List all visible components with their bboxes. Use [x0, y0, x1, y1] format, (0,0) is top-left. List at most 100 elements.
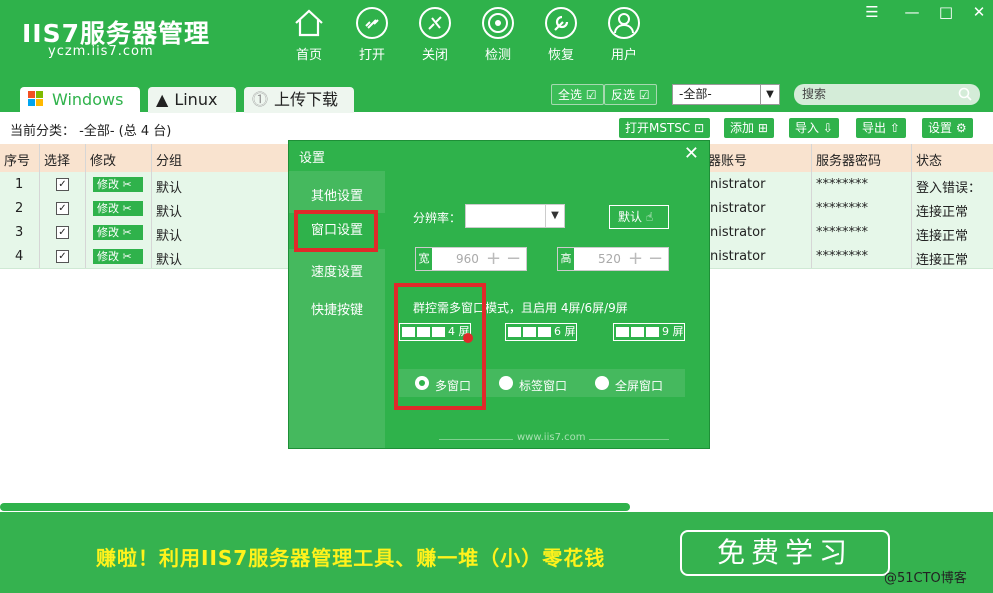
open-mstsc-button[interactable]: 打开MSTSC ⊡: [619, 118, 711, 138]
category-select[interactable]: -全部- ▼: [672, 84, 780, 105]
cell-no: 2: [15, 201, 24, 216]
maximize-button[interactable]: □: [932, 2, 960, 22]
plus-icon[interactable]: +: [628, 248, 643, 269]
cell-password: ********: [816, 225, 868, 240]
add-button[interactable]: 添加 ⊞: [724, 118, 774, 138]
highlight-multi-window: [394, 283, 486, 410]
invert-selection-button[interactable]: 反选 ☑: [604, 84, 657, 105]
tab-windows[interactable]: Windows: [20, 87, 140, 113]
nav-label: 恢复: [547, 48, 574, 63]
divider: [85, 144, 86, 268]
height-field[interactable]: 高 520 + −: [557, 247, 669, 271]
divider: [39, 144, 40, 268]
row-checkbox[interactable]: ✓: [56, 202, 69, 215]
default-button[interactable]: 默认 ☝: [609, 205, 669, 229]
edit-button[interactable]: 修改 ✂: [93, 249, 143, 264]
resolution-label: 分辨率：: [413, 211, 462, 225]
radio-tab-window[interactable]: [499, 376, 513, 390]
horizontal-scrollbar[interactable]: [0, 503, 630, 511]
col-select: 选择: [44, 154, 71, 169]
button-label: 打开MSTSC: [625, 121, 691, 135]
import-button[interactable]: 导入 ⇩: [789, 118, 839, 138]
upload-icon: ⓵: [252, 90, 269, 109]
button-label: 默认: [618, 210, 643, 224]
divider: [811, 144, 812, 268]
edit-button[interactable]: 修改 ✂: [93, 201, 143, 216]
free-learning-button[interactable]: 免费学习: [680, 530, 890, 576]
dialog-title: 设置: [299, 151, 326, 166]
button-label: 修改: [97, 202, 119, 215]
tab-label: Windows: [52, 90, 124, 109]
row-checkbox[interactable]: ✓: [56, 250, 69, 263]
row-checkbox[interactable]: ✓: [56, 178, 69, 191]
nav-restore[interactable]: 恢复: [533, 6, 589, 63]
edit-button[interactable]: 修改 ✂: [93, 225, 143, 240]
tab-upload-download[interactable]: ⓵ 上传下载: [244, 87, 354, 113]
button-label: 修改: [97, 178, 119, 191]
dialog-footer: www.iis7.com: [513, 432, 590, 443]
col-account: 器账号: [708, 154, 748, 169]
settings-button[interactable]: 设置 ⚙: [922, 118, 973, 138]
screen-9-button[interactable]: 9 屏: [613, 323, 685, 341]
divider: [151, 144, 152, 268]
button-label: 修改: [97, 226, 119, 239]
minimize-button[interactable]: —: [898, 2, 926, 22]
col-group: 分组: [156, 154, 183, 169]
highlight-window-settings: [294, 210, 378, 252]
cell-no: 1: [15, 177, 24, 192]
radio-fullscreen-window[interactable]: [595, 376, 609, 390]
search-input[interactable]: 搜索: [794, 84, 980, 105]
cell-account: nistrator: [710, 177, 766, 192]
user-icon: [608, 7, 640, 39]
nav-detect[interactable]: 检测: [470, 6, 526, 63]
nav-user[interactable]: 用户: [596, 6, 652, 63]
nav-close[interactable]: 关闭: [407, 6, 463, 63]
windows-icon: [28, 91, 43, 106]
edit-button[interactable]: 修改 ✂: [93, 177, 143, 192]
cell-status: 连接正常: [916, 205, 969, 220]
grid-icon: [616, 327, 660, 337]
nav-label: 首页: [295, 48, 322, 63]
button-label: 设置: [928, 121, 953, 135]
grid-icon: [508, 327, 552, 337]
nav-label: 打开: [358, 48, 385, 63]
select-all-button[interactable]: 全选 ☑: [551, 84, 604, 105]
menu-button[interactable]: ☰: [858, 2, 886, 22]
menu-speed-settings[interactable]: 速度设置: [289, 261, 385, 280]
cell-group: 默认: [156, 181, 183, 196]
height-value: 520: [598, 252, 621, 266]
plus-icon[interactable]: +: [486, 248, 501, 269]
screen-label: 6 屏: [554, 325, 576, 338]
nav-home[interactable]: 首页: [281, 6, 337, 63]
cell-group: 默认: [156, 205, 183, 220]
menu-other-settings[interactable]: 其他设置: [289, 185, 385, 204]
minus-icon[interactable]: −: [506, 248, 521, 269]
resolution-select[interactable]: ▼: [465, 204, 565, 228]
width-field[interactable]: 宽 960 + −: [415, 247, 527, 271]
settings-dialog: 设置 ✕ 其他设置 窗口设置 速度设置 快捷按键 分辨率： ▼ 默认 ☝ 宽 9…: [288, 140, 710, 449]
minus-icon[interactable]: −: [648, 248, 663, 269]
col-password: 服务器密码: [816, 154, 882, 169]
divider: [911, 144, 912, 268]
promo-text: 赚啦！利用IIS7服务器管理工具、赚一堆（小）零花钱: [96, 542, 605, 571]
tab-linux[interactable]: ▲ Linux: [148, 87, 236, 113]
select-value: -全部-: [679, 87, 712, 101]
export-button[interactable]: 导出 ⇧: [856, 118, 906, 138]
menu-hotkeys[interactable]: 快捷按键: [289, 299, 385, 318]
nav-open[interactable]: 打开: [344, 6, 400, 63]
cell-status: 连接正常: [916, 229, 969, 244]
radar-icon: [482, 7, 514, 39]
cell-password: ********: [816, 177, 868, 192]
cell-password: ********: [816, 249, 868, 264]
dialog-close-button[interactable]: ✕: [684, 143, 699, 164]
row-checkbox[interactable]: ✓: [56, 226, 69, 239]
close-button[interactable]: ✕: [965, 2, 993, 22]
button-label: 导出: [862, 121, 887, 135]
cell-password: ********: [816, 201, 868, 216]
col-edit: 修改: [90, 154, 117, 169]
button-label: 全选: [558, 88, 583, 102]
chevron-down-icon: ▼: [760, 85, 779, 104]
screen-6-button[interactable]: 6 屏: [505, 323, 577, 341]
button-label: 添加: [730, 121, 755, 135]
button-label: 反选: [611, 88, 636, 102]
